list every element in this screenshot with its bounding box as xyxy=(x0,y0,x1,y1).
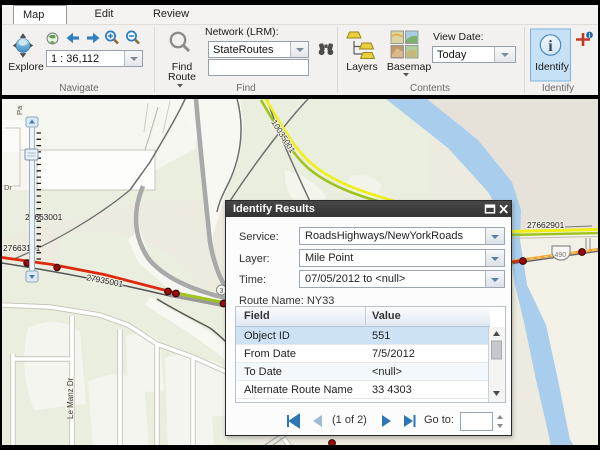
svg-text:27662901: 27662901 xyxy=(527,220,565,230)
svg-text:3: 3 xyxy=(220,288,224,295)
svg-text:i: i xyxy=(548,38,553,55)
svg-text:490: 490 xyxy=(555,252,567,259)
svg-text:Le Manz Dr: Le Manz Dr xyxy=(66,377,75,419)
svg-text:Pa: Pa xyxy=(15,105,24,115)
svg-text:Dr: Dr xyxy=(4,183,12,192)
